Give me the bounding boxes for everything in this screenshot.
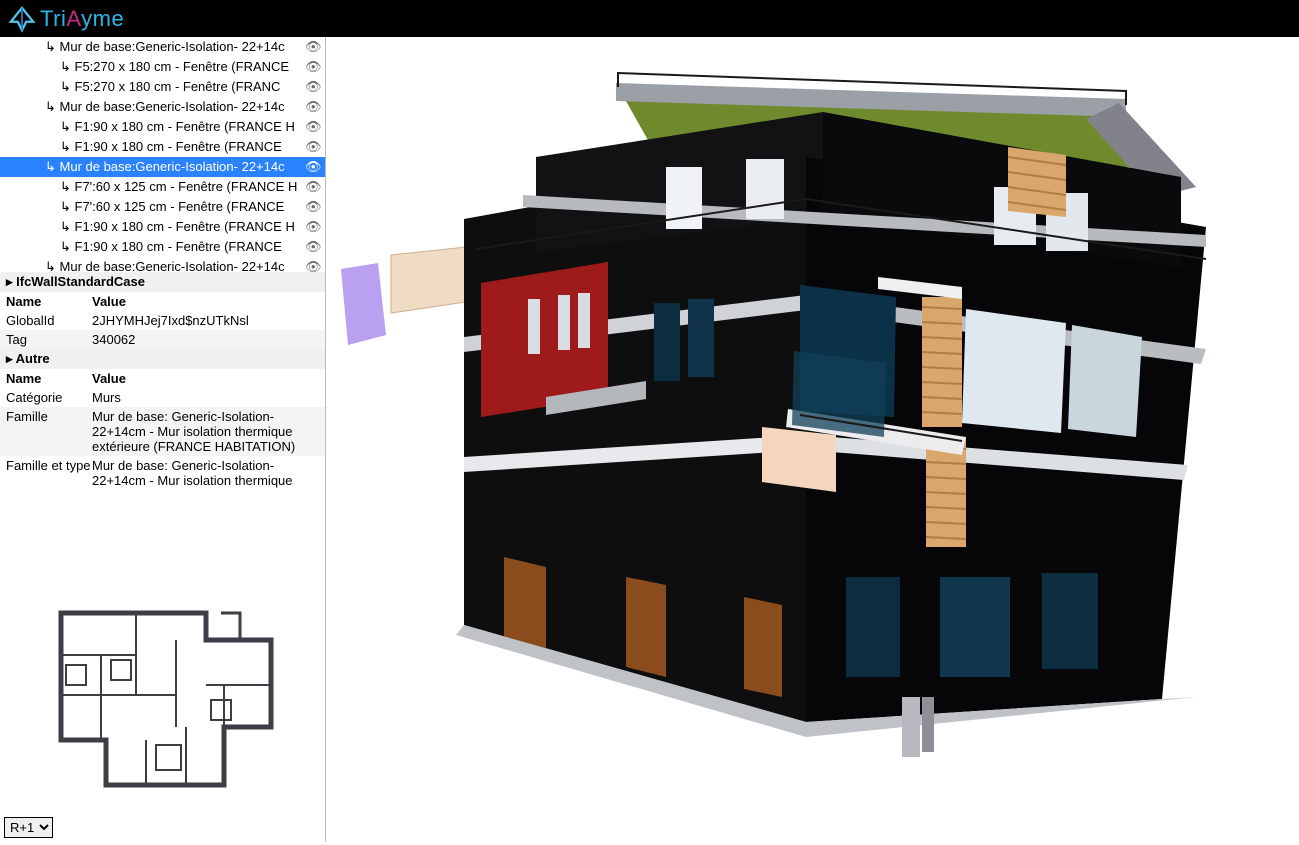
level-selector-wrap: R+1: [4, 817, 53, 838]
tree-item-label: ↳ F1:90 x 180 cm - Fenêtre (FRANCE H: [60, 217, 305, 237]
properties-panel[interactable]: ▸ IfcWallStandardCaseNameValueGlobalId2J…: [0, 272, 325, 537]
property-row: Tag340062: [0, 330, 325, 349]
property-header-value: Value: [92, 294, 325, 309]
building-3d-render: [326, 37, 1299, 842]
tree-item-label: ↳ Mur de base:Generic-Isolation- 22+14c: [45, 37, 305, 57]
property-header-value: Value: [92, 371, 325, 386]
app-header: TriAyme: [0, 0, 1299, 37]
tree-item-label: ↳ Mur de base:Generic-Isolation- 22+14c: [45, 257, 305, 272]
property-header-row: NameValue: [0, 292, 325, 311]
visibility-eye-icon[interactable]: 👁: [305, 57, 321, 77]
visibility-eye-icon[interactable]: 👁: [305, 37, 321, 57]
visibility-eye-icon[interactable]: 👁: [305, 77, 321, 97]
visibility-eye-icon[interactable]: 👁: [305, 217, 321, 237]
tree-item[interactable]: ↳ F1:90 x 180 cm - Fenêtre (FRANCE H👁: [0, 217, 325, 237]
property-key: Famille et type: [0, 458, 92, 488]
tree-item-label: ↳ Mur de base:Generic-Isolation- 22+14c: [45, 97, 305, 117]
property-key: GlobalId: [0, 313, 92, 328]
tree-item[interactable]: ↳ F1:90 x 180 cm - Fenêtre (FRANCE H👁: [0, 117, 325, 137]
floorplan-minimap[interactable]: [6, 585, 306, 810]
tree-item[interactable]: ↳ F7':60 x 125 cm - Fenêtre (FRANCE👁: [0, 197, 325, 217]
visibility-eye-icon[interactable]: 👁: [305, 177, 321, 197]
property-row: Famille et typeMur de base: Generic-Isol…: [0, 456, 325, 490]
property-header-name: Name: [0, 371, 92, 386]
tree-item-label: ↳ F1:90 x 180 cm - Fenêtre (FRANCE: [60, 137, 305, 157]
floorplan-svg: [6, 585, 306, 810]
property-row: GlobalId2JHYMHJej7Ixd$nzUTkNsl: [0, 311, 325, 330]
sidebar: ↳ Mur de base:Generic-Isolation- 22+14c👁…: [0, 37, 326, 842]
property-section-header[interactable]: ▸ Autre: [0, 349, 325, 369]
property-section-header[interactable]: ▸ IfcWallStandardCase: [0, 272, 325, 292]
property-header-row: NameValue: [0, 369, 325, 388]
property-value: Mur de base: Generic-Isolation-22+14cm -…: [92, 409, 325, 454]
structure-tree[interactable]: ↳ Mur de base:Generic-Isolation- 22+14c👁…: [0, 37, 325, 272]
property-key: Catégorie: [0, 390, 92, 405]
tree-item-label: ↳ F7':60 x 125 cm - Fenêtre (FRANCE H: [60, 177, 305, 197]
property-row: FamilleMur de base: Generic-Isolation-22…: [0, 407, 325, 456]
tree-item-label: ↳ F1:90 x 180 cm - Fenêtre (FRANCE H: [60, 117, 305, 137]
visibility-eye-icon[interactable]: 👁: [305, 237, 321, 257]
property-value: Mur de base: Generic-Isolation-22+14cm -…: [92, 458, 325, 488]
tree-item-label: ↳ F5:270 x 180 cm - Fenêtre (FRANC: [60, 77, 305, 97]
tree-item[interactable]: ↳ F5:270 x 180 cm - Fenêtre (FRANCE👁: [0, 57, 325, 77]
brand-text-post: yme: [81, 6, 124, 31]
tree-item[interactable]: ↳ Mur de base:Generic-Isolation- 22+14c👁: [0, 157, 325, 177]
property-value: 2JHYMHJej7Ixd$nzUTkNsl: [92, 313, 325, 328]
tree-item[interactable]: ↳ F7':60 x 125 cm - Fenêtre (FRANCE H👁: [0, 177, 325, 197]
property-key: Tag: [0, 332, 92, 347]
tree-item[interactable]: ↳ F1:90 x 180 cm - Fenêtre (FRANCE👁: [0, 137, 325, 157]
tree-item[interactable]: ↳ F5:270 x 180 cm - Fenêtre (FRANC👁: [0, 77, 325, 97]
visibility-eye-icon[interactable]: 👁: [305, 257, 321, 272]
visibility-eye-icon[interactable]: 👁: [305, 97, 321, 117]
tree-item[interactable]: ↳ Mur de base:Generic-Isolation- 22+14c👁: [0, 97, 325, 117]
property-key: Famille: [0, 409, 92, 454]
brand-caret-icon: A: [66, 6, 81, 31]
logo-icon: [8, 5, 36, 33]
property-value: 340062: [92, 332, 325, 347]
property-row: CatégorieMurs: [0, 388, 325, 407]
tree-item-label: ↳ Mur de base:Generic-Isolation- 22+14c: [45, 157, 305, 177]
visibility-eye-icon[interactable]: 👁: [305, 157, 321, 177]
visibility-eye-icon[interactable]: 👁: [305, 117, 321, 137]
3d-viewport[interactable]: [326, 37, 1299, 842]
tree-item[interactable]: ↳ Mur de base:Generic-Isolation- 22+14c👁: [0, 257, 325, 272]
tree-item-label: ↳ F5:270 x 180 cm - Fenêtre (FRANCE: [60, 57, 305, 77]
level-selector[interactable]: R+1: [4, 817, 53, 838]
visibility-eye-icon[interactable]: 👁: [305, 197, 321, 217]
tree-item-label: ↳ F1:90 x 180 cm - Fenêtre (FRANCE: [60, 237, 305, 257]
main-area: ↳ Mur de base:Generic-Isolation- 22+14c👁…: [0, 37, 1299, 842]
tree-item[interactable]: ↳ Mur de base:Generic-Isolation- 22+14c👁: [0, 37, 325, 57]
tree-item[interactable]: ↳ F1:90 x 180 cm - Fenêtre (FRANCE👁: [0, 237, 325, 257]
visibility-eye-icon[interactable]: 👁: [305, 137, 321, 157]
property-value: Murs: [92, 390, 325, 405]
app-logo: TriAyme: [8, 5, 124, 33]
tree-item-label: ↳ F7':60 x 125 cm - Fenêtre (FRANCE: [60, 197, 305, 217]
brand-text-pre: Tri: [40, 6, 66, 31]
property-header-name: Name: [0, 294, 92, 309]
